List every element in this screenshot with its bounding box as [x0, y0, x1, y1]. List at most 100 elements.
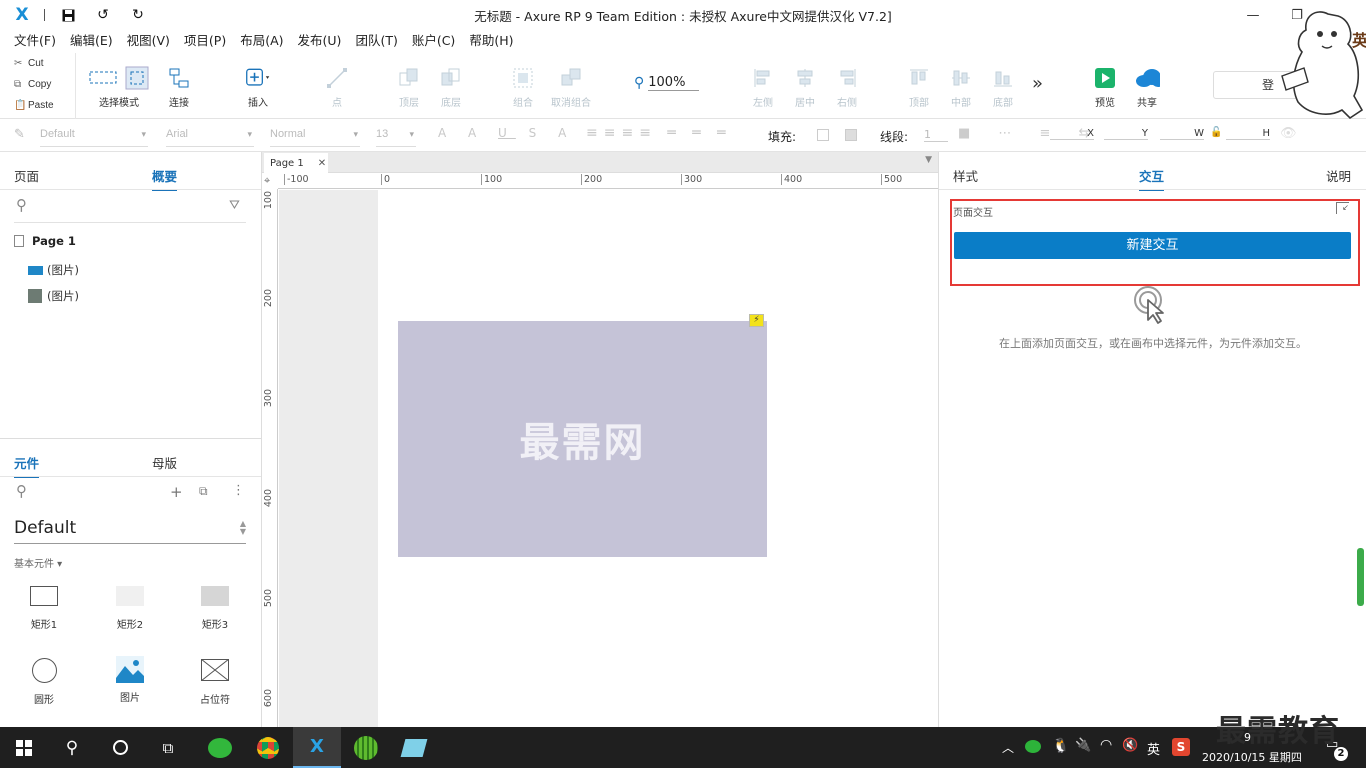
text-align-icons[interactable]: ≡≡≡≡ ═ ═ ═ — [586, 125, 732, 141]
axure-app-icon[interactable]: X — [293, 727, 341, 768]
notes-app-icon[interactable] — [390, 727, 438, 768]
select-mode-button[interactable]: 选择模式 — [84, 53, 154, 119]
new-interaction-button[interactable]: 新建交互 — [954, 232, 1351, 259]
library-copy-icon[interactable]: ⧉ — [199, 484, 208, 499]
menu-view[interactable]: 视图(V) — [120, 30, 177, 52]
h-input[interactable]: H — [1226, 128, 1270, 140]
cortana-icon[interactable] — [96, 727, 144, 768]
x-input[interactable]: X — [1050, 128, 1094, 140]
tab-interaction[interactable]: 交互 — [1139, 166, 1165, 191]
align-right-button[interactable]: 右侧 — [830, 53, 864, 119]
paste-button[interactable]: 📋 Paste — [0, 95, 75, 116]
tree-image-item-1[interactable]: (图片) — [28, 262, 79, 278]
task-view-icon[interactable]: ⧉ — [144, 727, 192, 768]
section-basic-widgets[interactable]: 基本元件 ▾ — [14, 555, 62, 570]
tray-chevron-icon[interactable]: ︿ — [1002, 739, 1014, 756]
tray-sogou-icon[interactable]: S — [1172, 738, 1190, 756]
tray-date[interactable]: 2020/10/15 星期四 — [1202, 749, 1302, 765]
tab-pages[interactable]: 页面 — [14, 166, 39, 185]
tab-style[interactable]: 样式 — [953, 166, 978, 185]
tree-image-item-2[interactable]: (图片) — [28, 288, 79, 304]
align-left-button[interactable]: 左侧 — [746, 53, 780, 119]
scrollbar-thumb[interactable] — [1357, 548, 1364, 606]
group-button[interactable]: 组合 — [506, 53, 540, 119]
lock-icon[interactable]: 🔓 — [1210, 127, 1222, 138]
start-button[interactable] — [0, 727, 48, 768]
widget-rect1[interactable]: 矩形1 — [28, 586, 60, 631]
menu-file[interactable]: 文件(F) — [7, 30, 63, 52]
expand-icon[interactable]: ↙ — [1336, 202, 1349, 214]
style-select[interactable]: Default — [40, 125, 148, 147]
shadow-swatch[interactable] — [845, 129, 857, 141]
tab-notes[interactable]: 说明 — [1326, 166, 1351, 185]
send-to-back-button[interactable]: 底层 — [434, 53, 468, 119]
align-center-button[interactable]: 居中 — [788, 53, 822, 119]
fill-color-swatch[interactable] — [817, 129, 829, 141]
canvas-offpage-area — [279, 190, 378, 727]
widget-image[interactable]: 图片 — [114, 656, 146, 704]
bring-to-front-button[interactable]: 顶层 — [392, 53, 426, 119]
connect-button[interactable]: 连接 — [160, 53, 198, 119]
page-tab[interactable]: Page 1 ✕ — [264, 153, 328, 173]
filter-icon[interactable]: ⛛ — [229, 198, 240, 213]
align-middle-button[interactable]: 中部 — [944, 53, 978, 119]
copy-button[interactable]: ⧉ Copy — [0, 74, 75, 95]
wechat-app-icon[interactable] — [196, 727, 244, 768]
tray-ime[interactable]: 英 — [1147, 739, 1160, 758]
tab-outline[interactable]: 概要 — [152, 166, 178, 191]
weight-select[interactable]: Normal — [270, 125, 360, 147]
tray-wifi-icon[interactable]: ◠ — [1100, 737, 1112, 753]
widget-placeholder[interactable]: 占位符 — [199, 658, 231, 706]
widget-rect2[interactable]: 矩形2 — [114, 586, 146, 631]
tray-battery-icon[interactable]: 🔌 — [1075, 738, 1091, 753]
more-tools-button[interactable]: » — [1032, 73, 1043, 94]
tray-qq-icon[interactable]: 🐧 — [1052, 738, 1069, 754]
menu-account[interactable]: 账户(C) — [405, 30, 462, 52]
tree-page-item[interactable]: Page 1 — [14, 234, 76, 248]
outline-search-icon[interactable]: ⚲ — [16, 196, 27, 214]
format-painter-icon[interactable]: ✎ — [14, 127, 25, 142]
chrome-app-icon[interactable] — [244, 727, 292, 768]
interaction-flag-icon[interactable]: ⚡ — [749, 314, 764, 327]
align-bottom-button[interactable]: 底部 — [986, 53, 1020, 119]
widget-circle[interactable]: 圆形 — [28, 658, 60, 706]
close-tab-icon[interactable]: ✕ — [318, 158, 326, 169]
media-app-icon[interactable] — [342, 727, 390, 768]
w-input[interactable]: W — [1160, 128, 1204, 140]
text-style-icons[interactable]: A A U S A — [438, 126, 575, 140]
menu-publish[interactable]: 发布(U) — [291, 30, 349, 52]
insert-button[interactable]: 插入 — [238, 53, 278, 119]
tab-masters[interactable]: 母版 — [152, 453, 177, 472]
image-thumb-icon — [28, 289, 42, 303]
y-input[interactable]: Y — [1104, 128, 1148, 140]
library-menu-icon[interactable]: ⋮ — [232, 483, 245, 498]
menu-edit[interactable]: 编辑(E) — [63, 30, 120, 52]
tray-volume-icon[interactable]: 🔇 — [1122, 738, 1138, 753]
widget-rect3[interactable]: 矩形3 — [199, 586, 231, 631]
minimize-button[interactable]: — — [1238, 4, 1268, 26]
menu-project[interactable]: 项目(P) — [177, 30, 233, 52]
font-size-select[interactable]: 13 — [376, 125, 416, 147]
zoom-control[interactable]: ⚲ 100% — [634, 73, 700, 93]
line-width-input[interactable]: 1 — [924, 128, 948, 142]
canvas-image-widget[interactable]: 最需网 — [398, 321, 767, 557]
widget-search-icon[interactable]: ⚲ — [16, 482, 27, 500]
menu-help[interactable]: 帮助(H) — [462, 30, 520, 52]
tab-widgets[interactable]: 元件 — [14, 453, 40, 478]
align-top-button[interactable]: 顶部 — [902, 53, 936, 119]
tray-wechat-icon[interactable] — [1025, 740, 1041, 753]
share-button[interactable]: 共享 — [1128, 53, 1166, 119]
search-icon[interactable]: ⚲ — [48, 727, 96, 768]
menu-team[interactable]: 团队(T) — [348, 30, 404, 52]
add-library-icon[interactable]: + — [170, 483, 183, 501]
library-select[interactable]: Default ▲ ▼ — [14, 518, 246, 544]
ungroup-button[interactable]: 取消组合 — [548, 53, 594, 119]
menu-layout[interactable]: 布局(A) — [233, 30, 290, 52]
point-button[interactable]: 点 — [320, 53, 354, 119]
font-select[interactable]: Arial — [166, 125, 254, 147]
tab-dropdown-icon[interactable]: ▼ — [925, 155, 932, 165]
cut-button[interactable]: ✂ Cut — [0, 53, 75, 74]
window-title: 无标题 - Axure RP 9 Team Edition : 未授权 Axur… — [474, 9, 892, 24]
visibility-icon[interactable]: 👁 — [1280, 126, 1297, 141]
preview-button[interactable]: 预览 — [1088, 53, 1122, 119]
